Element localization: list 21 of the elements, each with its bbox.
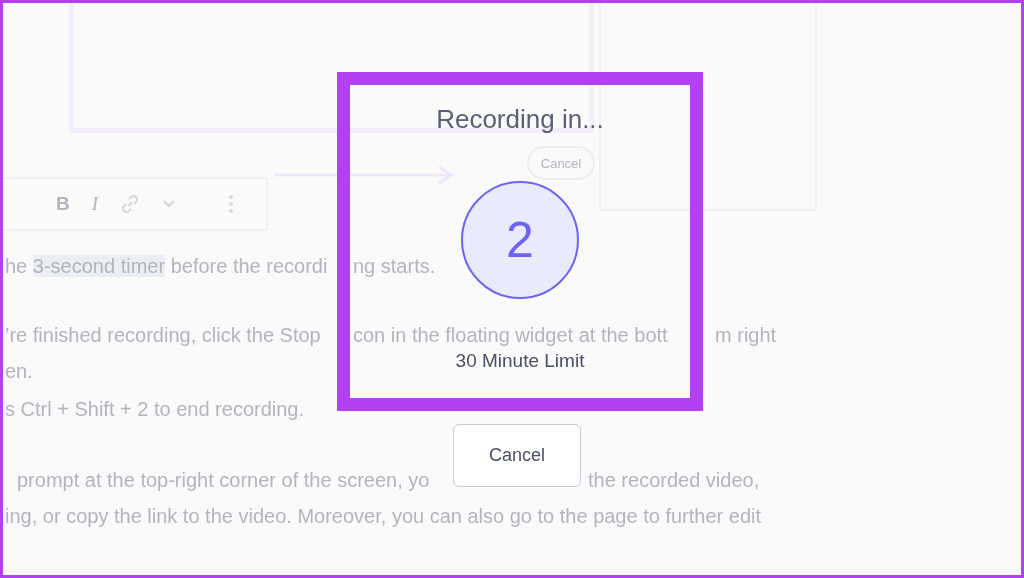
more-options-icon[interactable] xyxy=(228,194,235,214)
paragraph-text: ’re finished recording, click the Stop xyxy=(4,324,321,346)
cancel-button[interactable]: Cancel xyxy=(453,424,581,487)
paragraph-text: ing, or copy the link to the video. Moreover, you can also go to the page to further edit xyxy=(4,505,761,527)
paragraph-text: prompt at the top-right corner of the screen, yo xyxy=(16,469,430,491)
paragraph-text: ng starts. xyxy=(352,255,436,277)
time-limit-label: 30 Minute Limit xyxy=(455,350,585,372)
paragraph-text: m right xyxy=(714,324,777,346)
countdown-circle: 2 xyxy=(461,181,579,299)
paragraph-text: con in the floating widget at the bott xyxy=(352,324,668,346)
dialog-title: Recording in... xyxy=(436,103,604,135)
link-icon[interactable] xyxy=(120,194,141,214)
paragraph-text: he 3-second timer before the recordi xyxy=(4,255,328,277)
paragraph-text: en. xyxy=(4,360,33,382)
italic-button[interactable]: I xyxy=(91,193,99,215)
bold-button[interactable]: B xyxy=(56,193,70,215)
faded-cancel-button[interactable]: Cancel xyxy=(527,146,595,180)
chevron-down-icon[interactable] xyxy=(162,199,177,209)
paragraph-text: the recorded video, xyxy=(587,469,760,491)
arrow-icon xyxy=(275,165,455,185)
paragraph-text: s Ctrl + Shift + 2 to end recording. xyxy=(4,398,305,420)
